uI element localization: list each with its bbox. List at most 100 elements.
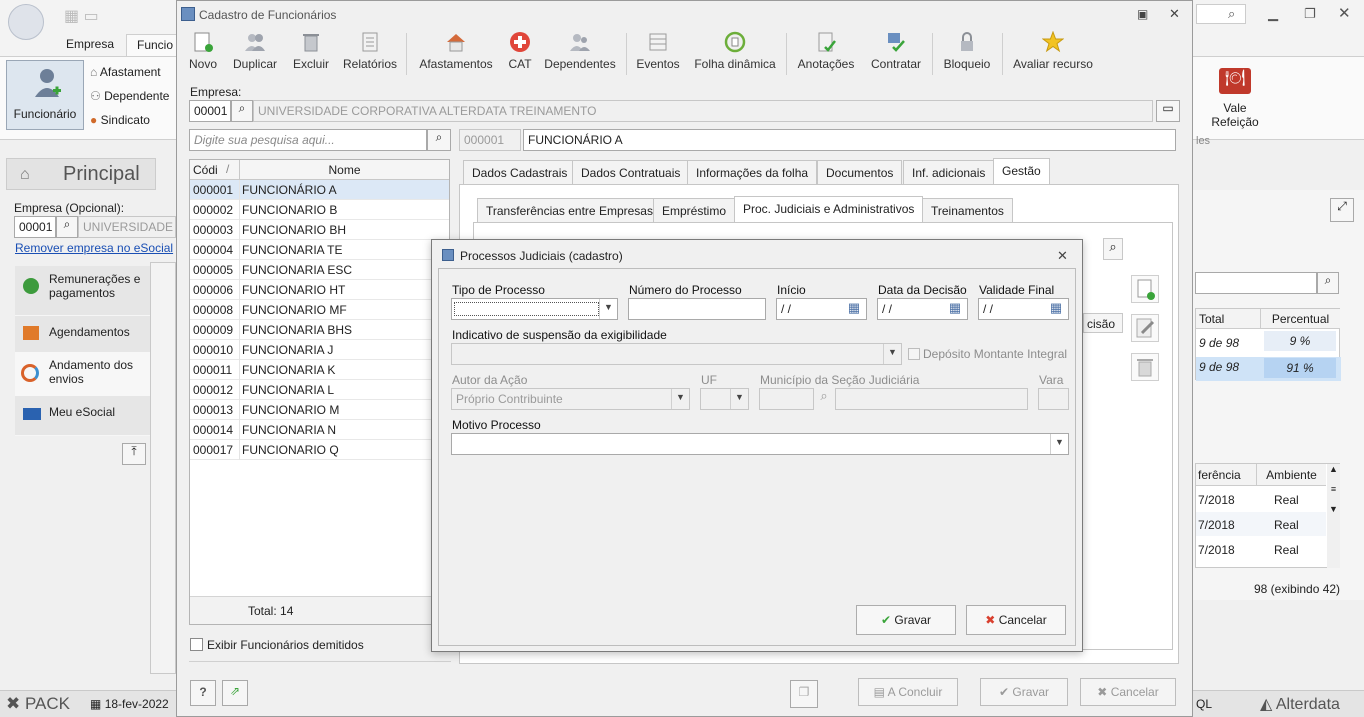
proc-edit-button[interactable] bbox=[1131, 314, 1159, 342]
folha-dinamica-button[interactable]: Folha dinâmica bbox=[693, 31, 777, 77]
app-logo-icon[interactable] bbox=[8, 4, 44, 40]
window-restore-icon[interactable]: ▣ bbox=[1137, 7, 1148, 21]
tab-gestao[interactable]: Gestão bbox=[993, 158, 1050, 184]
relatorios-button[interactable]: Relatórios bbox=[343, 31, 397, 77]
table-row[interactable]: 000010 FUNCIONARIA J bbox=[190, 340, 449, 360]
calendar-icon[interactable]: ▦ bbox=[1046, 299, 1066, 319]
proc-delete-button[interactable] bbox=[1131, 353, 1159, 381]
duplicar-button[interactable]: Duplicar bbox=[231, 31, 279, 77]
inicio-date-input[interactable]: / / ▦ bbox=[776, 298, 867, 320]
bloqueio-button[interactable]: Bloqueio bbox=[941, 31, 993, 77]
dialog-cancelar-button[interactable]: ✖ Cancelar bbox=[966, 605, 1066, 635]
table-row[interactable]: 000012 FUNCIONARIA L bbox=[190, 380, 449, 400]
col-codigo[interactable]: Códi bbox=[193, 163, 218, 177]
top-search-input[interactable] bbox=[1196, 4, 1246, 24]
table-row[interactable]: 000009 FUNCIONARIA BHS bbox=[190, 320, 449, 340]
col-percentual[interactable]: Percentual bbox=[1260, 309, 1340, 329]
tab-dados-contratuais[interactable]: Dados Contratuais bbox=[572, 160, 690, 184]
right-search-icon[interactable]: ⌕ bbox=[1317, 272, 1339, 294]
sindicato-ribbon-item[interactable]: ● Sindicato bbox=[90, 113, 150, 127]
gravar-button[interactable]: ✔ Gravar bbox=[980, 678, 1068, 706]
tab-informacoes-folha[interactable]: Informações da folha bbox=[687, 160, 818, 184]
table-row[interactable]: 000005 FUNCIONARIA ESC bbox=[190, 260, 449, 280]
afastamentos-button[interactable]: Afastamentos bbox=[417, 31, 495, 77]
quick-access-icon[interactable]: ▦ ▭ bbox=[64, 6, 99, 26]
table-row[interactable]: 000002 FUNCIONARIO B bbox=[190, 200, 449, 220]
avaliar-recurso-button[interactable]: Avaliar recurso bbox=[1011, 31, 1095, 77]
subtab-proc-judiciais[interactable]: Proc. Judiciais e Administrativos bbox=[734, 196, 924, 222]
col-nome[interactable]: Nome bbox=[240, 163, 449, 177]
dialog-close-icon[interactable]: ✕ bbox=[1057, 248, 1068, 264]
chevron-down-icon[interactable]: ▼ bbox=[1050, 434, 1068, 454]
subtab-treinamentos[interactable]: Treinamentos bbox=[922, 198, 1013, 222]
table-row[interactable]: 000017 FUNCIONARIO Q bbox=[190, 440, 449, 460]
concluir-button[interactable]: ▤ A Concluir bbox=[858, 678, 958, 706]
home-icon[interactable]: ⌂ bbox=[20, 166, 30, 184]
table-row[interactable]: 000008 FUNCIONARIO MF bbox=[190, 300, 449, 320]
deposito-checkbox[interactable] bbox=[908, 348, 920, 360]
cancelar-button[interactable]: ✖ Cancelar bbox=[1080, 678, 1176, 706]
table-row[interactable]: 000004 FUNCIONARIA TE bbox=[190, 240, 449, 260]
col-total[interactable]: Total bbox=[1196, 309, 1260, 329]
dialog-gravar-button[interactable]: ✔ Gravar bbox=[856, 605, 956, 635]
numero-processo-input[interactable] bbox=[628, 298, 766, 320]
menu-andamento[interactable]: Andamento dos envios bbox=[15, 352, 152, 398]
tab-documentos[interactable]: Documentos bbox=[817, 160, 903, 184]
suspensao-select[interactable]: ▼ bbox=[451, 343, 902, 365]
vara-input[interactable] bbox=[1038, 388, 1069, 410]
novo-button[interactable]: Novo bbox=[185, 31, 221, 77]
window-close-icon[interactable]: ✕ bbox=[1169, 6, 1180, 22]
tab-inf-adicionais[interactable]: Inf. adicionais bbox=[903, 160, 995, 184]
cat-button[interactable]: CAT bbox=[507, 31, 533, 77]
vale-refeicao-button[interactable]: Vale Refeição bbox=[1200, 101, 1270, 129]
minimize-icon[interactable]: ▁ bbox=[1268, 6, 1278, 22]
uf-select[interactable]: ▼ bbox=[700, 388, 749, 410]
subtab-emprestimo[interactable]: Empréstimo bbox=[653, 198, 736, 222]
chevron-down-icon[interactable]: ▼ bbox=[599, 299, 617, 319]
empresa-opcional-code[interactable]: 00001 bbox=[14, 216, 56, 238]
copy-icon[interactable]: ❐ bbox=[790, 680, 818, 708]
menu-meu-esocial[interactable]: Meu eSocial bbox=[15, 396, 152, 436]
validade-final-input[interactable]: / / ▦ bbox=[978, 298, 1069, 320]
selected-name-field[interactable]: FUNCIONÁRIO A bbox=[523, 129, 1176, 151]
search-icon[interactable]: ⌕ bbox=[1228, 6, 1235, 22]
empresa-panel-icon[interactable]: ▭ bbox=[1156, 100, 1180, 122]
empresa-opcional-search-icon[interactable]: ⌕ bbox=[56, 216, 78, 238]
tab-dados-cadastrais[interactable]: Dados Cadastrais bbox=[463, 160, 577, 184]
col-ambiente[interactable]: Ambiente bbox=[1256, 464, 1326, 486]
dependente-ribbon-item[interactable]: ⚇ Dependente bbox=[90, 89, 169, 103]
show-dismissed-checkbox[interactable] bbox=[190, 638, 203, 651]
employee-search-icon[interactable]: ⌕ bbox=[427, 129, 451, 151]
table-row[interactable]: 000013 FUNCIONARIO M bbox=[190, 400, 449, 420]
anotacoes-button[interactable]: Anotações bbox=[795, 31, 857, 77]
excluir-button[interactable]: Excluir bbox=[291, 31, 331, 77]
funcionario-ribbon-button[interactable]: Funcionário bbox=[6, 60, 84, 130]
subtab-transferencias[interactable]: Transferências entre Empresas bbox=[477, 198, 662, 222]
help-icon[interactable]: ? bbox=[190, 680, 216, 706]
table-row[interactable]: 000011 FUNCIONARIA K bbox=[190, 360, 449, 380]
menu-agendamentos[interactable]: Agendamentos bbox=[15, 316, 152, 356]
calendar-icon[interactable]: ▦ bbox=[844, 299, 864, 319]
menu-remuneracoes[interactable]: Remunerações e pagamentos bbox=[15, 266, 152, 316]
chevron-down-icon[interactable]: ▼ bbox=[883, 344, 901, 364]
chevron-down-icon[interactable]: ▼ bbox=[730, 389, 748, 409]
restore-icon[interactable]: ❐ bbox=[1304, 6, 1316, 22]
empresa-search-icon[interactable]: ⌕ bbox=[231, 100, 253, 122]
empresa-code-input[interactable]: 00001 bbox=[189, 100, 231, 122]
close-icon[interactable]: ✕ bbox=[1338, 4, 1351, 22]
right-search-input[interactable] bbox=[1195, 272, 1317, 294]
expand-icon[interactable]: ⤢ bbox=[1330, 198, 1354, 222]
table-row[interactable]: 000014 FUNCIONARIA N bbox=[190, 420, 449, 440]
contratar-button[interactable]: Contratar bbox=[869, 31, 923, 77]
remove-empresa-link[interactable]: Remover empresa no eSocial bbox=[15, 241, 173, 255]
dependentes-button[interactable]: Dependentes bbox=[543, 31, 617, 77]
municipio-code-input[interactable] bbox=[759, 388, 814, 410]
export-icon[interactable]: ⇗ bbox=[222, 680, 248, 706]
afastamento-ribbon-item[interactable]: ⌂ Afastament bbox=[90, 65, 161, 79]
chevron-down-icon[interactable]: ▼ bbox=[671, 389, 689, 409]
table-row[interactable]: 000006 FUNCIONARIO HT bbox=[190, 280, 449, 300]
motivo-processo-select[interactable]: ▼ bbox=[451, 433, 1069, 455]
table-row[interactable]: 000003 FUNCIONARIO BH bbox=[190, 220, 449, 240]
tipo-processo-select[interactable]: ▼ bbox=[451, 298, 618, 320]
employee-search-input[interactable]: Digite sua pesquisa aqui... bbox=[189, 129, 427, 151]
